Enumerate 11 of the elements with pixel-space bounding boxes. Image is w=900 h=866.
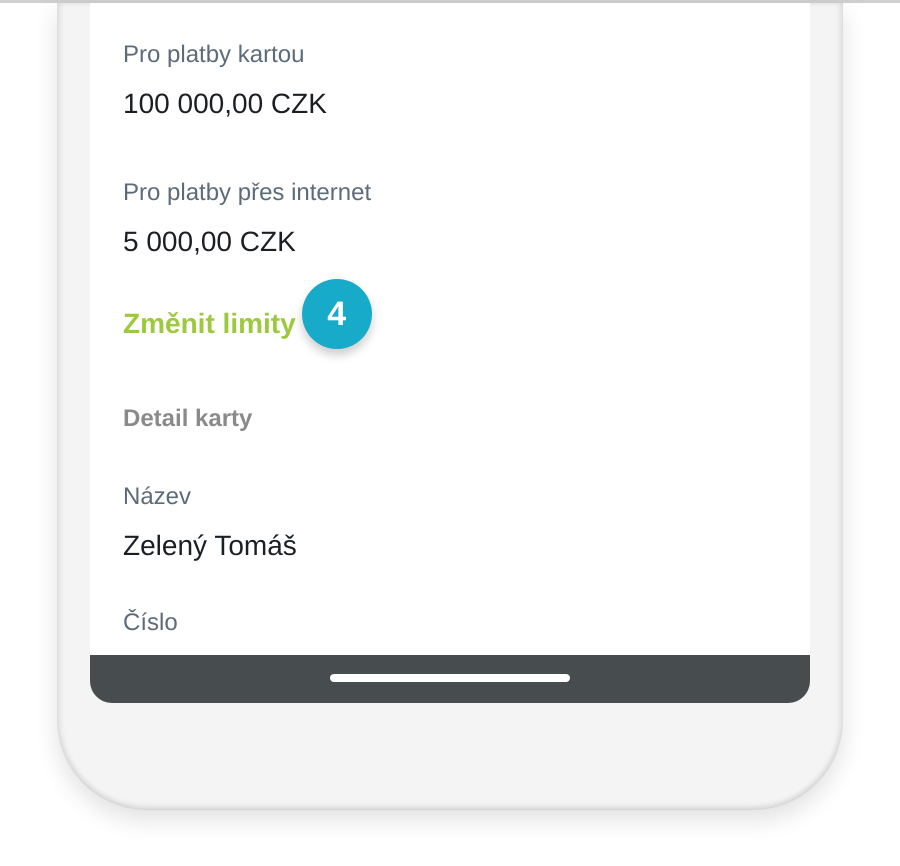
field-label: Název [123,483,192,511]
field-value: 100 000,00 CZK [123,87,328,121]
field-label: Pro platby přes internet [123,179,372,207]
field-label: Číslo [123,609,179,637]
field-label: Pro platby kartou [123,41,306,69]
field-value: Zelený Tomáš [123,529,298,563]
change-limits-link[interactable]: Změnit limity [123,308,296,340]
field-value: 5 000,00 CZK [123,225,297,259]
step-badge: 4 [302,279,372,349]
section-heading: Detail karty [123,405,254,433]
home-indicator[interactable] [330,674,570,682]
